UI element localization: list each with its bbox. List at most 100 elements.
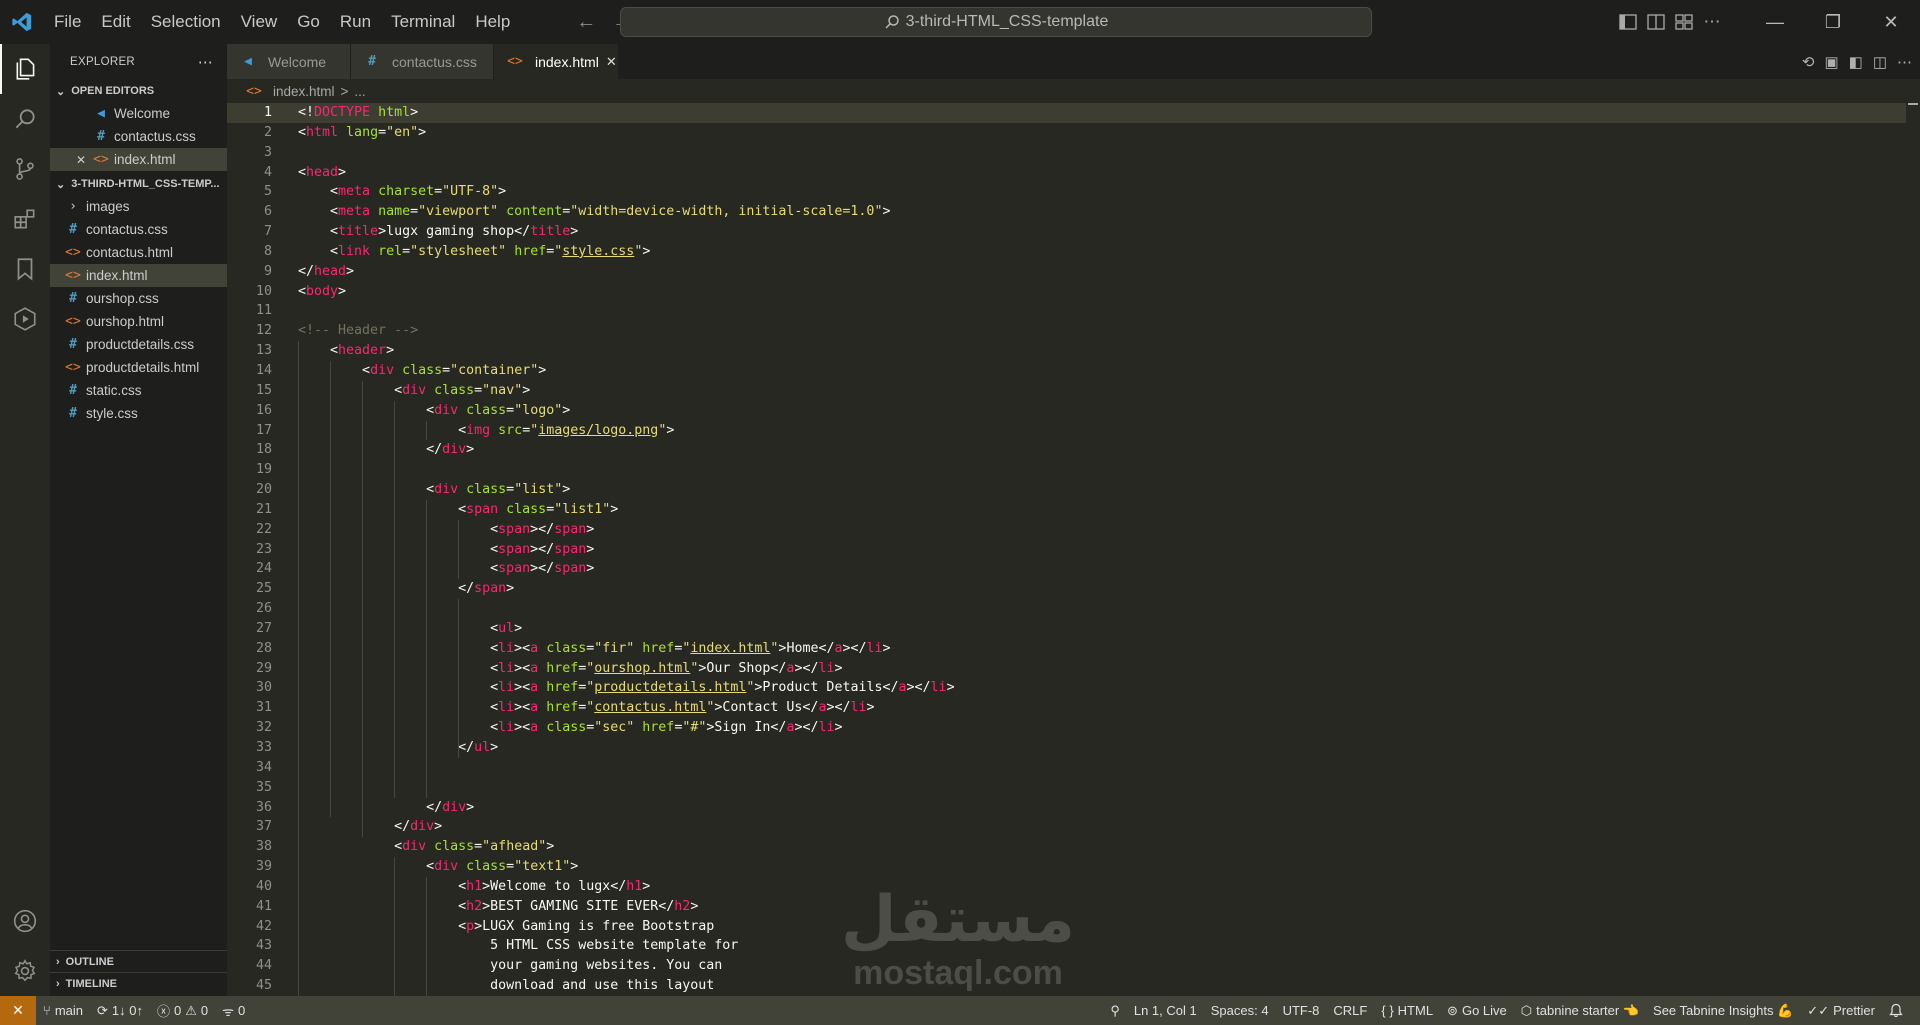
file-item[interactable]: # style.css — [50, 402, 227, 425]
folder-item[interactable]: › images — [50, 195, 227, 218]
sync-indicator[interactable]: ⟳ 1↓ 0↑ — [90, 1003, 150, 1019]
breadcrumb-file[interactable]: index.html — [273, 84, 335, 99]
code-line: 35 — [227, 777, 1920, 798]
menu-terminal[interactable]: Terminal — [381, 0, 465, 44]
file-item[interactable]: <> index.html — [50, 264, 227, 287]
tabnine-insights[interactable]: See Tabnine Insights 💪 — [1646, 1003, 1800, 1019]
code-line: 32 <li><a class="sec" href="#">Sign In</… — [227, 718, 1920, 738]
code-text: <div class="afhead"> — [298, 839, 555, 855]
project-folder-section[interactable]: ⌄ 3-THIRD-HTML_CSS-TEMP... — [50, 173, 227, 195]
close-icon[interactable]: ✕ — [76, 153, 94, 167]
command-center[interactable]: 3-third-HTML_CSS-template — [620, 7, 1372, 37]
code-text: <div class="nav"> — [298, 382, 531, 398]
code-text: </div> — [298, 442, 475, 458]
back-arrow-icon[interactable]: ← — [576, 11, 596, 34]
code-line: 21 <span class="list1"> — [227, 499, 1920, 520]
minimize-icon[interactable]: — — [1746, 0, 1804, 44]
problems-indicator[interactable]: ⓧ 0 ⚠ 0 — [150, 1001, 215, 1020]
file-item[interactable]: # contactus.css — [50, 218, 227, 241]
file-item[interactable]: # productdetails.css — [50, 333, 227, 356]
restore-icon[interactable]: ❐ — [1804, 0, 1862, 44]
html-file-icon: <> — [507, 54, 523, 69]
line-number: 6 — [263, 204, 272, 220]
more-actions-icon[interactable]: ⋯ — [1897, 53, 1912, 71]
html-file-icon: <> — [93, 152, 109, 167]
line-number: 26 — [255, 601, 272, 617]
indentation[interactable]: Spaces: 4 — [1204, 1003, 1276, 1018]
code-line: 5 <meta charset="UTF-8"> — [227, 182, 1920, 202]
code-line: 2 <html lang="en"> — [227, 123, 1920, 143]
tab-index-html[interactable]: <> index.html ✕ — [494, 44, 619, 79]
menu-file[interactable]: File — [44, 0, 91, 44]
timeline-icon[interactable]: ⟲ — [1802, 53, 1815, 71]
line-number: 10 — [255, 283, 272, 299]
account-icon[interactable] — [0, 896, 50, 946]
line-number: 5 — [263, 184, 272, 200]
code-text: <ul> — [298, 620, 523, 636]
ports-indicator[interactable]: ᯤ 0 — [215, 1002, 252, 1020]
language-mode[interactable]: { } HTML — [1374, 1003, 1440, 1018]
menu-go[interactable]: Go — [287, 0, 330, 44]
close-window-icon[interactable]: ✕ — [1862, 0, 1920, 44]
open-editor-welcome[interactable]: ◀ Welcome — [50, 102, 227, 125]
code-text: <h2>BEST GAMING SITE EVER</h2> — [298, 898, 699, 914]
explorer-more-icon[interactable]: ⋯ — [198, 53, 213, 71]
source-control-icon[interactable] — [0, 144, 50, 194]
line-number: 14 — [255, 362, 272, 378]
code-line: 20 <div class="list"> — [227, 480, 1920, 500]
customize-layout-icon[interactable] — [1670, 0, 1698, 44]
timeline-section[interactable]: › TIMELINE — [50, 972, 227, 994]
code-text: </div> — [298, 819, 443, 835]
encoding[interactable]: UTF-8 — [1276, 1003, 1327, 1018]
breadcrumb-rest[interactable]: ... — [354, 84, 365, 99]
remote-indicator-icon[interactable]: ✕ — [0, 996, 36, 1025]
cursor-position[interactable]: Ln 1, Col 1 — [1127, 1003, 1204, 1018]
extensions-icon[interactable] — [0, 194, 50, 244]
line-number: 2 — [263, 124, 272, 140]
code-line: 36 </div> — [227, 797, 1920, 818]
zoom-icon[interactable]: ⚲ — [1103, 1003, 1127, 1019]
search-icon[interactable] — [0, 94, 50, 144]
tab-welcome[interactable]: ◀ Welcome — [227, 44, 351, 79]
go-live-preview-icon[interactable]: ◧ — [1849, 53, 1863, 71]
file-name: contactus.html — [86, 245, 174, 260]
menu-run[interactable]: Run — [330, 0, 381, 44]
toggle-panel-icon[interactable] — [1642, 0, 1670, 44]
settings-gear-icon[interactable] — [0, 946, 50, 996]
code-editor[interactable]: 1 <!DOCTYPE html> 2 <html lang="en"> 3 4 <head… — [227, 103, 1920, 996]
notifications-bell-icon[interactable] — [1882, 1003, 1910, 1018]
outline-section[interactable]: › OUTLINE — [50, 950, 227, 972]
open-editor-contactus-css[interactable]: # contactus.css — [50, 125, 227, 148]
run-debug-icon[interactable] — [0, 294, 50, 344]
open-editor-index-html[interactable]: ✕ <> index.html — [50, 148, 227, 171]
explorer-icon[interactable] — [0, 44, 50, 94]
toggle-primary-sidebar-icon[interactable] — [1614, 0, 1642, 44]
menu-help[interactable]: Help — [465, 0, 520, 44]
open-editors-section[interactable]: ⌄ OPEN EDITORS — [50, 80, 227, 102]
file-item[interactable]: # static.css — [50, 379, 227, 402]
menu-view[interactable]: View — [231, 0, 288, 44]
go-live-button[interactable]: ⊚ Go Live — [1440, 1003, 1514, 1019]
editor-scrollbar[interactable] — [1906, 103, 1920, 996]
split-editor-icon[interactable]: ◫ — [1873, 53, 1887, 71]
branch-indicator[interactable]: ⑂ main — [36, 1003, 90, 1018]
bookmark-icon[interactable] — [0, 244, 50, 294]
file-item[interactable]: # ourshop.css — [50, 287, 227, 310]
more-actions-icon[interactable]: ⋯ — [1698, 0, 1726, 44]
file-item[interactable]: <> contactus.html — [50, 241, 227, 264]
code-line: 1 <!DOCTYPE html> — [227, 103, 1920, 123]
line-ending[interactable]: CRLF — [1326, 1003, 1374, 1018]
open-preview-icon[interactable]: ▣ — [1824, 53, 1838, 71]
file-item[interactable]: <> ourshop.html — [50, 310, 227, 333]
file-item[interactable]: <> productdetails.html — [50, 356, 227, 379]
menu-edit[interactable]: Edit — [91, 0, 140, 44]
file-name: contactus.css — [86, 222, 168, 237]
tab-contactus-css[interactable]: # contactus.css — [351, 44, 494, 79]
prettier-status[interactable]: ✓✓ Prettier — [1800, 1003, 1882, 1019]
tabnine-status[interactable]: ⬡ tabnine starter 👈 — [1514, 1003, 1646, 1019]
code-text: <header> — [298, 343, 395, 359]
menu-selection[interactable]: Selection — [141, 0, 231, 44]
line-number: 35 — [255, 779, 272, 795]
close-icon[interactable]: ✕ — [606, 54, 617, 70]
html-file-icon: <> — [65, 314, 81, 329]
